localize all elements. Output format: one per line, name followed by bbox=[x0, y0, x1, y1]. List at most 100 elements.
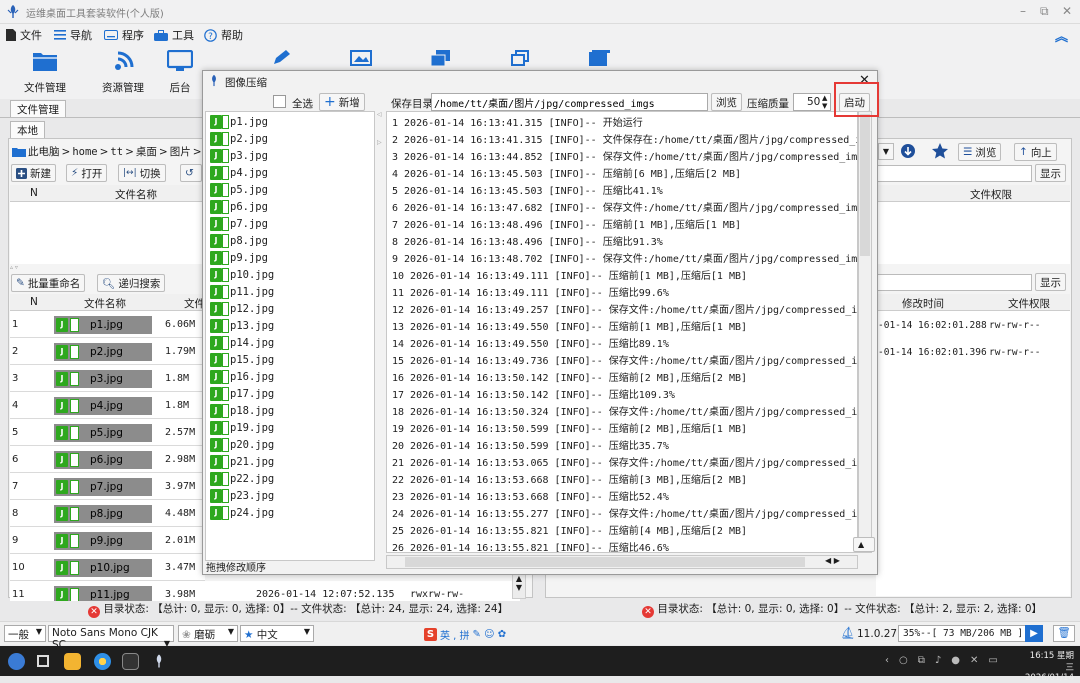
list-item[interactable]: Jp10.jpg bbox=[210, 267, 370, 284]
theme-select[interactable]: ❀ 磨砺 ▼ bbox=[178, 625, 238, 642]
mode-select[interactable]: 一般 ▼ bbox=[4, 625, 46, 642]
row-name-cell[interactable]: Jp10.jpg bbox=[54, 559, 152, 577]
table-row[interactable]: 7 Jp7.jpg 3.97M bbox=[10, 473, 205, 500]
log-hscroll-thumb[interactable] bbox=[405, 557, 805, 567]
ribbon-file-manager[interactable]: 文件管理 bbox=[10, 44, 80, 95]
new-button[interactable]: 新建 bbox=[11, 164, 56, 182]
hscroll-arrows-icon[interactable]: ◀ ▶ bbox=[825, 556, 840, 565]
up-button[interactable]: ↑ 向上 bbox=[1014, 143, 1057, 161]
log-vscroll-thumb[interactable] bbox=[860, 114, 870, 256]
save-dir-input[interactable] bbox=[431, 93, 708, 111]
row-name-cell[interactable]: Jp11.jpg bbox=[54, 586, 152, 601]
table-row[interactable]: 10 Jp10.jpg 3.47M bbox=[10, 554, 205, 581]
collapse-ribbon-icon[interactable]: ︽ bbox=[1055, 26, 1068, 45]
browser-icon[interactable] bbox=[94, 653, 111, 670]
table-row[interactable]: 6 Jp6.jpg 2.98M bbox=[10, 446, 205, 473]
menu-file[interactable]: 文件 bbox=[6, 27, 42, 43]
menu-nav[interactable]: 导航 bbox=[54, 27, 92, 43]
row-name-cell[interactable]: Jp7.jpg bbox=[54, 478, 152, 496]
terminal-icon[interactable] bbox=[122, 653, 139, 670]
table-row[interactable]: 3 Jp3.jpg 1.8M bbox=[10, 365, 205, 392]
list-item[interactable]: Jp23.jpg bbox=[210, 488, 370, 505]
close-window-icon[interactable]: ✕ bbox=[1062, 4, 1072, 18]
splitter-handle[interactable]: ◁ ▷ bbox=[377, 111, 382, 146]
restore-icon[interactable]: ⧉ bbox=[1040, 4, 1049, 19]
file-manager-icon[interactable] bbox=[64, 653, 81, 670]
table-row[interactable]: 5 Jp5.jpg 2.57M bbox=[10, 419, 205, 446]
ime-toolbar[interactable]: S 英 , 拼 ✎ ☺ ✿ bbox=[424, 627, 506, 642]
system-tray-icons[interactable]: ‹○⧉♪●✕▭ bbox=[885, 655, 1008, 666]
add-button[interactable]: + 新增 bbox=[319, 93, 365, 111]
right-filter-input-2[interactable] bbox=[876, 274, 1032, 291]
star-icon[interactable] bbox=[930, 142, 950, 160]
open-button[interactable]: ⚡ 打开 bbox=[66, 164, 108, 182]
col-perm[interactable]: 文件权限 bbox=[1008, 296, 1050, 311]
spin-arrows-icon[interactable]: ▲ ▼ bbox=[822, 94, 827, 110]
list-item[interactable]: Jp1.jpg bbox=[210, 114, 370, 131]
splitter-handle[interactable]: ▵ ▿ bbox=[10, 264, 40, 271]
tab-local[interactable]: 本地 bbox=[10, 121, 45, 139]
table-row[interactable]: 9 Jp9.jpg 2.01M bbox=[10, 527, 205, 554]
language-select[interactable]: ★ 中文 ▼ bbox=[240, 625, 314, 642]
list-item[interactable]: Jp6.jpg bbox=[210, 199, 370, 216]
image-icon[interactable] bbox=[350, 50, 372, 66]
col-perm[interactable]: 文件权限 bbox=[970, 187, 1012, 202]
table-row[interactable]: 1 Jp1.jpg 6.06M bbox=[10, 311, 205, 338]
list-item[interactable]: Jp9.jpg bbox=[210, 250, 370, 267]
log-vscroll[interactable] bbox=[858, 111, 872, 553]
app-logo-icon[interactable] bbox=[152, 652, 166, 670]
table-row[interactable]: 8 Jp8.jpg 4.48M bbox=[10, 500, 205, 527]
refresh-button[interactable]: ↺ bbox=[180, 164, 202, 182]
recursive-search-button[interactable]: 🔍︎ 递归搜索 bbox=[97, 274, 166, 292]
scroll-down-button[interactable]: ▲ bbox=[853, 537, 875, 552]
row-name-cell[interactable]: Jp9.jpg bbox=[54, 532, 152, 550]
font-select[interactable]: Noto Sans Mono CJK SC ▼ bbox=[48, 625, 174, 651]
layers-icon[interactable] bbox=[430, 50, 452, 66]
list-item[interactable]: Jp19.jpg bbox=[210, 420, 370, 437]
table-row[interactable]: 11 Jp11.jpg 3.98M 2026-01-14 12:07:52.135 rw… bbox=[10, 581, 520, 601]
list-item[interactable]: Jp7.jpg bbox=[210, 216, 370, 233]
col-mtime[interactable]: 修改时间 bbox=[902, 296, 944, 311]
dialog-browse-button[interactable]: 浏览 bbox=[711, 93, 742, 111]
breadcrumb-item-3[interactable]: 桌面 bbox=[136, 144, 157, 159]
row-name-cell[interactable]: Jp3.jpg bbox=[54, 370, 152, 388]
table-row[interactable]: 2 Jp2.jpg 1.79M bbox=[10, 338, 205, 365]
left-scrollbar[interactable]: ▲ ▼ bbox=[512, 573, 526, 599]
row-name-cell[interactable]: Jp5.jpg bbox=[54, 424, 152, 442]
col-name[interactable]: 文件名称 bbox=[84, 296, 126, 311]
ribbon-resource-manager[interactable]: 资源管理 bbox=[88, 44, 158, 95]
batch-rename-button[interactable]: ✎ 批量重命名 bbox=[11, 274, 86, 292]
menu-tools[interactable]: 工具 bbox=[154, 27, 194, 43]
list-item[interactable]: Jp13.jpg bbox=[210, 318, 370, 335]
breadcrumb-item-4[interactable]: 图片 bbox=[170, 144, 191, 159]
list-item[interactable]: Jp4.jpg bbox=[210, 165, 370, 182]
list-item[interactable]: Jp18.jpg bbox=[210, 403, 370, 420]
row-name-cell[interactable]: Jp8.jpg bbox=[54, 505, 152, 523]
menu-program[interactable]: 程序 bbox=[104, 27, 144, 43]
table-row[interactable]: 4 Jp4.jpg 1.8M bbox=[10, 392, 205, 419]
list-item[interactable]: Jp5.jpg bbox=[210, 182, 370, 199]
list-item[interactable]: Jp12.jpg bbox=[210, 301, 370, 318]
select-all-checkbox[interactable] bbox=[273, 95, 286, 108]
minimize-icon[interactable]: – bbox=[1020, 4, 1026, 18]
tab-file-manager[interactable]: 文件管理 bbox=[10, 100, 66, 118]
breadcrumb-item-1[interactable]: home bbox=[72, 146, 97, 158]
list-item[interactable]: Jp15.jpg bbox=[210, 352, 370, 369]
row-name-cell[interactable]: Jp6.jpg bbox=[54, 451, 152, 469]
col-n[interactable]: N bbox=[30, 187, 38, 199]
switch-button[interactable]: |↔| 切换 bbox=[118, 164, 166, 182]
menu-help[interactable]: ? 帮助 bbox=[204, 27, 243, 43]
ribbon-background[interactable]: 后台 bbox=[160, 44, 200, 95]
right-filter-input[interactable] bbox=[876, 165, 1032, 182]
show-button[interactable]: 显示 bbox=[1035, 164, 1066, 182]
list-item[interactable]: Jp2.jpg bbox=[210, 131, 370, 148]
download-icon[interactable] bbox=[898, 142, 918, 160]
window-icon[interactable] bbox=[588, 50, 610, 66]
list-item[interactable]: Jp14.jpg bbox=[210, 335, 370, 352]
list-item[interactable]: Jp24.jpg bbox=[210, 505, 370, 522]
breadcrumb-item-0[interactable]: 此电脑 bbox=[28, 144, 60, 159]
list-item[interactable]: Jp20.jpg bbox=[210, 437, 370, 454]
show-button-2[interactable]: 显示 bbox=[1035, 273, 1066, 291]
list-item[interactable]: Jp17.jpg bbox=[210, 386, 370, 403]
clock[interactable]: 16:15 星期三 2026/01/14 bbox=[1022, 649, 1074, 683]
